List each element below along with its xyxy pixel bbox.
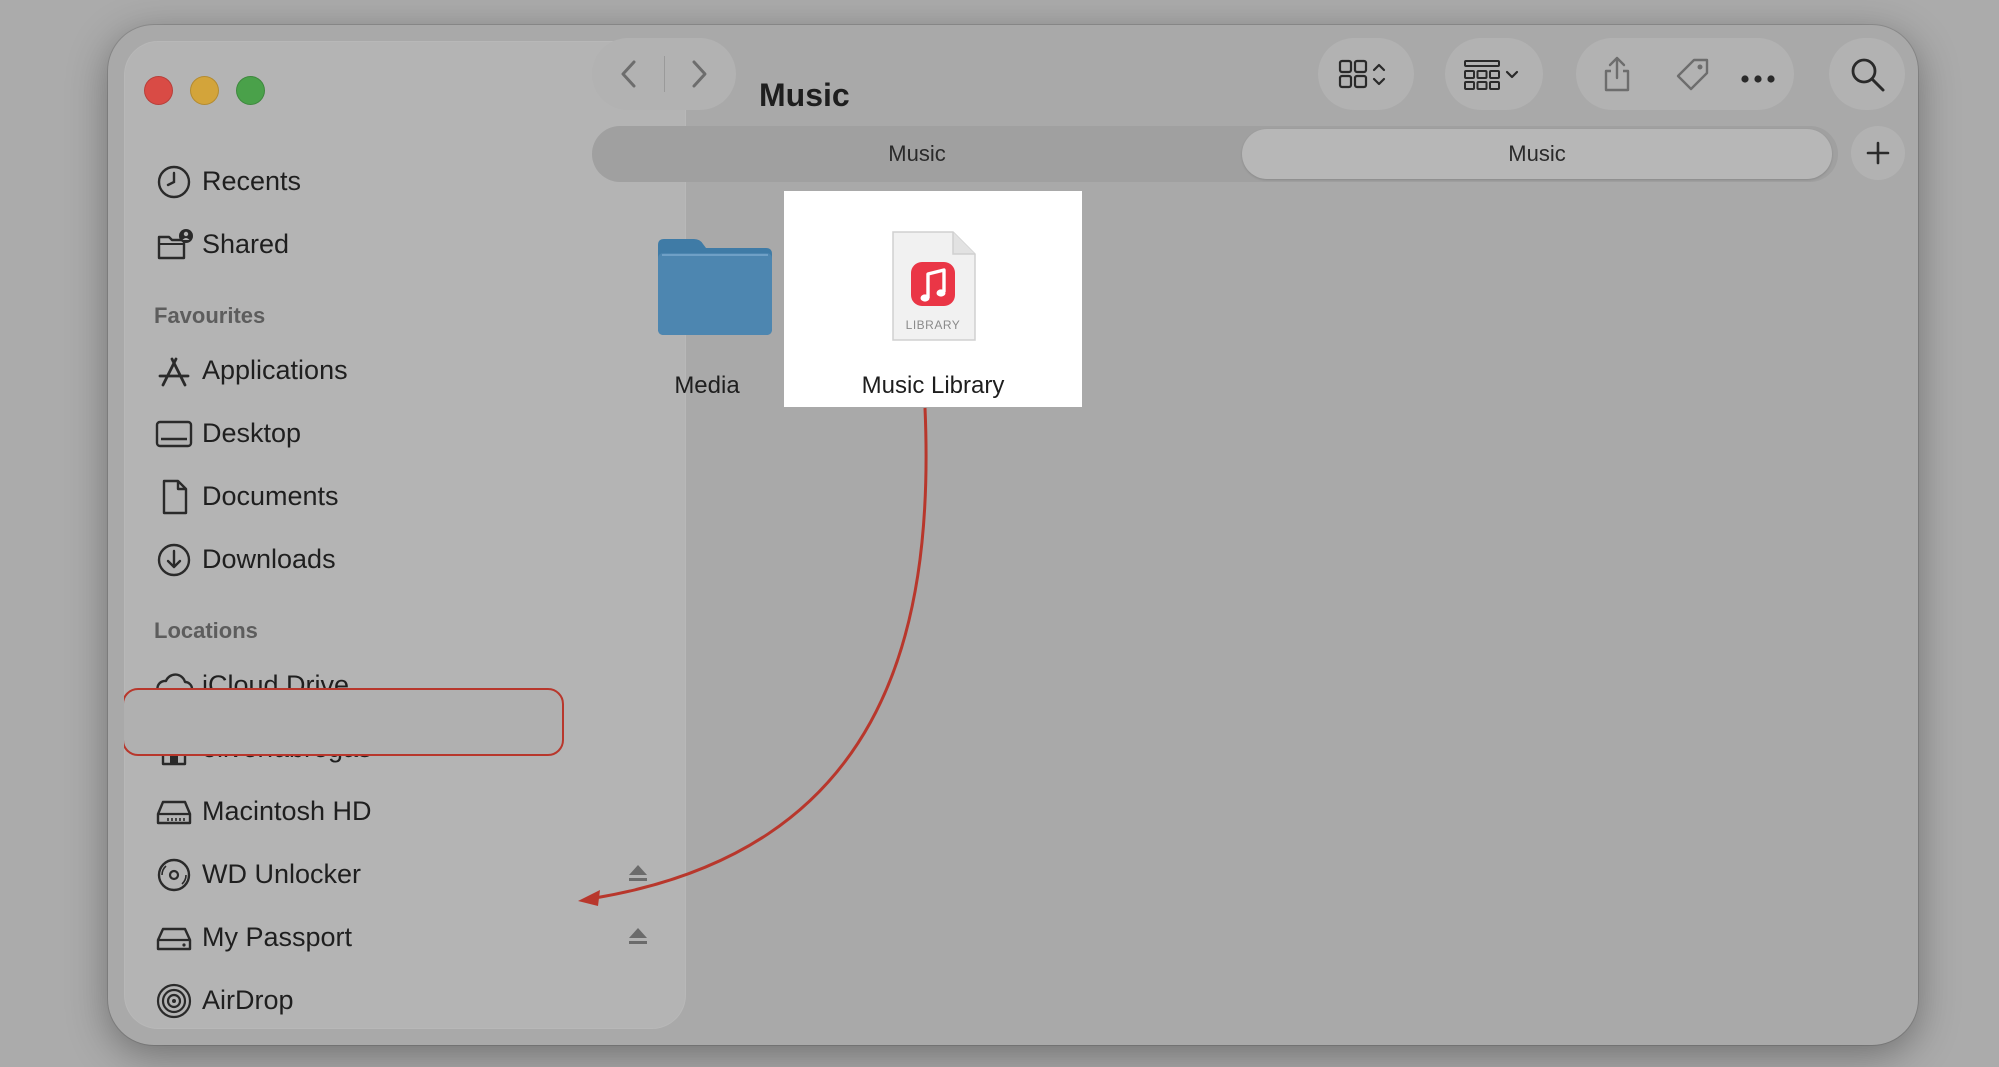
annotation-arrow <box>578 407 928 906</box>
